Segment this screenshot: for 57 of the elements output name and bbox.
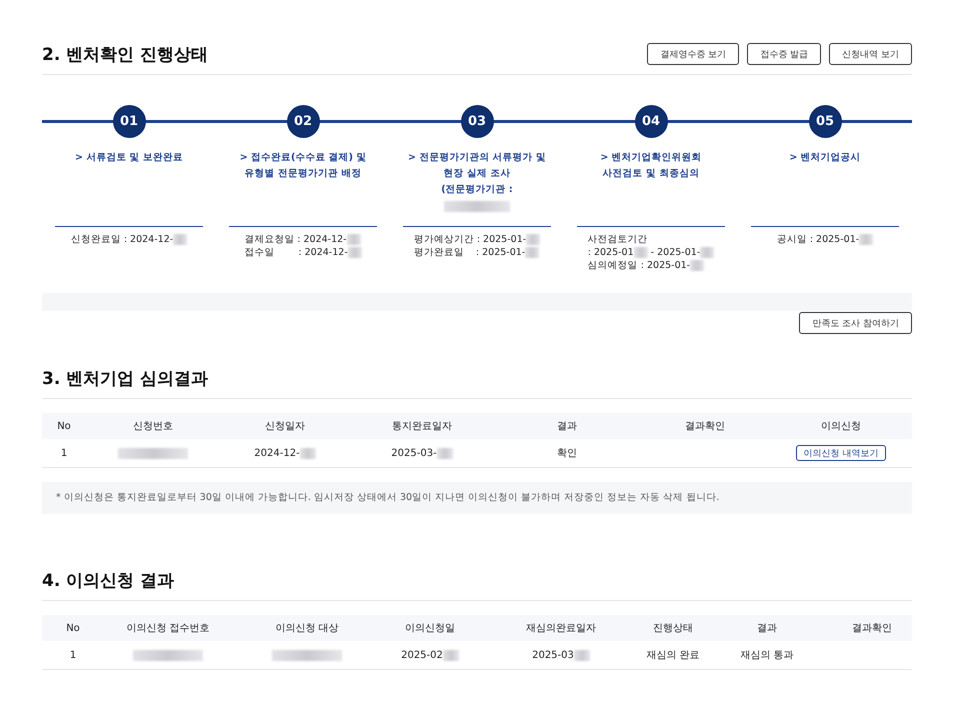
column-header: 통지완료일자 — [350, 413, 494, 439]
table-cell: 2024-12- — [254, 448, 300, 458]
column-header: 신청번호 — [86, 413, 220, 439]
column-header: 결과 — [494, 413, 640, 439]
column-header: No — [42, 615, 104, 641]
info-text: 신청완료일 : 2024-12- — [70, 233, 174, 246]
table-cell-text: 재심의 완료 — [646, 649, 700, 662]
table-cell: 1 — [70, 650, 76, 660]
column-header: 이의신청일 — [382, 615, 478, 641]
table-cell: 2025-03 — [532, 650, 574, 660]
info-text: - 2025-01- — [650, 246, 700, 259]
section-title: 3. 벤처기업 심의결과 — [42, 368, 208, 390]
info-text: : 2025-01 — [588, 246, 634, 259]
step-title: 사전검토 및 최종심의 — [602, 167, 700, 181]
column-header: 재심의완료일자 — [478, 615, 644, 641]
table-cell: 2025-03- — [391, 448, 437, 458]
info-text: 평가완료일 : 2025-01- — [414, 246, 526, 259]
info-text: 접수일 : 2024-12- — [244, 246, 348, 259]
step-title: > 접수완료(수수료 결제) 및 — [240, 151, 366, 165]
table-cell: 1 — [60, 448, 68, 458]
step-number: 04 — [634, 105, 668, 138]
step-title: (전문평가기관 : — [441, 183, 513, 197]
objection-history-button[interactable]: 이의신청 내역보기 — [796, 445, 886, 461]
section-title: 2. 벤처확인 진행상태 — [42, 44, 208, 66]
info-text: 공시일 : 2025-01- — [776, 233, 860, 246]
info-text: 평가예상기간 : 2025-01- — [414, 233, 526, 246]
column-header: 진행상태 — [644, 615, 702, 641]
column-header: No — [42, 413, 86, 439]
step-title: > 벤처기업확인위원회 — [600, 151, 702, 165]
table-cell-text: 확인 — [557, 447, 577, 460]
section-title: 4. 이의신청 결과 — [42, 570, 174, 592]
table-cell: 2025-02 — [401, 650, 443, 660]
info-text: 심의예정일 : 2025-01- — [588, 259, 690, 272]
table-cell-text: 재심의 통과 — [740, 649, 794, 662]
column-header: 신청일자 — [220, 413, 350, 439]
action-button[interactable]: 신청내역 보기 — [829, 43, 912, 65]
info-text: 결제요청일 : 2024-12- — [244, 233, 347, 246]
action-button[interactable]: 접수증 발급 — [747, 43, 822, 65]
step-number: 02 — [286, 105, 320, 138]
info-text: 사전검토기간 — [588, 233, 648, 246]
step-title: 현장 실제 조사 — [444, 167, 510, 181]
action-button[interactable]: 결제영수증 보기 — [647, 43, 740, 65]
column-header: 결과 — [702, 615, 832, 641]
step-number: 05 — [808, 105, 842, 138]
column-header: 이의신청 — [770, 413, 912, 439]
step-title: > 벤처기업공시 — [789, 151, 861, 165]
survey-button[interactable]: 만족도 조사 참여하기 — [799, 312, 912, 334]
column-header: 이의신청 대상 — [232, 615, 382, 641]
column-header: 결과확인 — [832, 615, 912, 641]
column-header: 이의신청 접수번호 — [104, 615, 232, 641]
column-header: 결과확인 — [640, 413, 770, 439]
step-number: 01 — [112, 105, 146, 138]
notice-text: * 이의신청은 통지완료일로부터 30일 이내에 가능합니다. 임시저장 상태에서 30일이 지나면 이의신청이 불가하며 저장중인 정보는 자동 삭제 됩니다. — [42, 482, 912, 514]
step-number: 03 — [460, 105, 494, 138]
step-title: > 전문평가기관의 서류평가 및 — [408, 151, 546, 165]
step-title: 유형별 전문평가기관 배정 — [244, 167, 362, 181]
step-title: > 서류검토 및 보완완료 — [75, 151, 183, 165]
